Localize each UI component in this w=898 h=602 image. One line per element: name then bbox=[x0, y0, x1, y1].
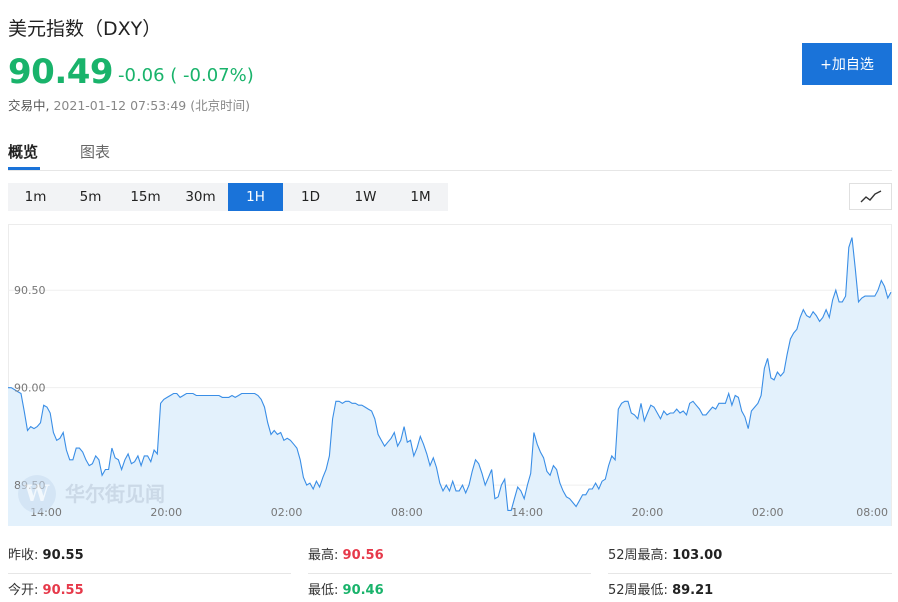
stat-52w-high: 52周最高: 103.00 bbox=[608, 544, 722, 563]
stat-label: 最高: bbox=[308, 548, 339, 563]
svg-text:W: W bbox=[24, 481, 50, 507]
stat-high: 最高: 90.56 bbox=[308, 544, 384, 563]
period-5m[interactable]: 5m bbox=[63, 183, 118, 211]
tabs-divider bbox=[8, 170, 892, 171]
stat-value: 90.56 bbox=[342, 548, 384, 563]
period-1h[interactable]: 1H bbox=[228, 183, 283, 211]
stat-label: 52周最高: bbox=[608, 548, 668, 563]
stat-prev-close: 昨收: 90.55 bbox=[8, 544, 84, 563]
stat-label: 今开: bbox=[8, 583, 39, 598]
tab-overview[interactable]: 概览 bbox=[8, 141, 38, 162]
tab-chart[interactable]: 图表 bbox=[80, 141, 110, 162]
line-chart-icon bbox=[860, 190, 882, 203]
watermark-logo: W 华尔街见闻 bbox=[18, 475, 165, 513]
divider bbox=[8, 573, 291, 574]
period-15m[interactable]: 15m bbox=[118, 183, 173, 211]
period-1m[interactable]: 1m bbox=[8, 183, 63, 211]
x-tick-label: 14:00 bbox=[511, 506, 543, 519]
price-change: -0.06 ( -0.07%) bbox=[118, 65, 254, 86]
stat-label: 最低: bbox=[308, 583, 339, 598]
chart-type-button[interactable] bbox=[849, 183, 892, 210]
y-tick-label: 90.50 bbox=[14, 284, 46, 297]
divider bbox=[608, 573, 892, 574]
stat-52w-low: 52周最低: 89.21 bbox=[608, 579, 713, 598]
period-30m[interactable]: 30m bbox=[173, 183, 228, 211]
period-1w[interactable]: 1W bbox=[338, 183, 393, 211]
stat-label: 52周最低: bbox=[608, 583, 668, 598]
x-tick-label: 08:00 bbox=[391, 506, 423, 519]
x-tick-label: 02:00 bbox=[271, 506, 303, 519]
stat-value: 90.55 bbox=[42, 583, 84, 598]
stat-value: 90.46 bbox=[342, 583, 384, 598]
y-tick-label: 90.00 bbox=[14, 382, 46, 395]
stat-value: 90.55 bbox=[42, 548, 84, 563]
current-price: 90.49 bbox=[8, 52, 114, 92]
stat-value: 89.21 bbox=[672, 583, 714, 598]
period-1mo[interactable]: 1M bbox=[393, 183, 448, 211]
stats-row-2: 今开: 90.55 最低: 90.46 52周最低: 89.21 bbox=[8, 579, 892, 602]
svg-text:华尔街见闻: 华尔街见闻 bbox=[65, 482, 165, 506]
stat-value: 103.00 bbox=[672, 548, 723, 563]
stat-label: 昨收: bbox=[8, 548, 39, 563]
x-tick-label: 08:00 bbox=[856, 506, 888, 519]
status-label: 交易中, bbox=[8, 98, 50, 113]
period-1d[interactable]: 1D bbox=[283, 183, 338, 211]
x-tick-label: 02:00 bbox=[752, 506, 784, 519]
period-selector: 1m 5m 15m 30m 1H 1D 1W 1M bbox=[8, 183, 448, 211]
stats-row-1: 昨收: 90.55 最高: 90.56 52周最高: 103.00 bbox=[8, 544, 892, 580]
timestamp: 2021-01-12 07:53:49 (北京时间) bbox=[53, 98, 250, 113]
divider bbox=[308, 573, 591, 574]
add-to-watchlist-button[interactable]: +加自选 bbox=[802, 43, 892, 85]
trading-status: 交易中, 2021-01-12 07:53:49 (北京时间) bbox=[8, 95, 250, 114]
x-tick-label: 20:00 bbox=[632, 506, 664, 519]
page-title: 美元指数（DXY） bbox=[8, 18, 162, 40]
stat-open: 今开: 90.55 bbox=[8, 579, 84, 598]
stat-low: 最低: 90.46 bbox=[308, 579, 384, 598]
